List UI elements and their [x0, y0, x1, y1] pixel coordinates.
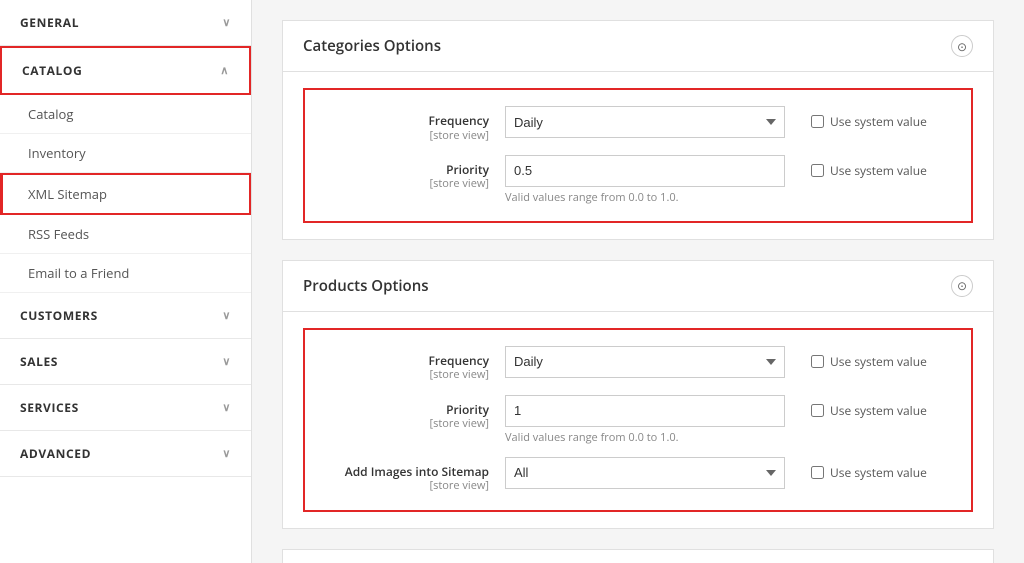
- prod-priority-label: Priority [store view]: [325, 395, 505, 432]
- sidebar-section-label: CUSTOMERS: [20, 307, 98, 324]
- chevron-down-icon: ∨: [222, 308, 231, 323]
- cat-priority-input[interactable]: [505, 155, 785, 187]
- sidebar-item-xml-sitemap[interactable]: XML Sitemap: [0, 173, 251, 215]
- cat-frequency-select[interactable]: Always Hourly Daily Weekly Monthly Yearl…: [505, 106, 785, 138]
- cat-frequency-control: Always Hourly Daily Weekly Monthly Yearl…: [505, 106, 795, 138]
- sidebar-section-label: CATALOG: [22, 62, 82, 79]
- cat-frequency-checkbox[interactable]: [811, 115, 824, 128]
- sidebar-section-label: ADVANCED: [20, 445, 91, 462]
- prod-images-use-system: Use system value: [811, 457, 951, 481]
- sidebar-section-label: SERVICES: [20, 399, 79, 416]
- sidebar: GENERAL ∨ CATALOG ∧ Catalog Inventory XM…: [0, 0, 252, 563]
- sidebar-section-general[interactable]: GENERAL ∨: [0, 0, 251, 46]
- main-content: Categories Options ⊙ Frequency [store vi…: [252, 0, 1024, 563]
- sidebar-section-catalog[interactable]: CATALOG ∧: [0, 46, 251, 95]
- sidebar-section-label: GENERAL: [20, 14, 79, 31]
- sidebar-section-sales[interactable]: SALES ∨: [0, 339, 251, 385]
- prod-priority-row: Priority [store view] Valid values range…: [325, 395, 951, 445]
- cat-priority-label: Priority [store view]: [325, 155, 505, 192]
- prod-frequency-label: Frequency [store view]: [325, 346, 505, 383]
- sidebar-section-advanced[interactable]: ADVANCED ∨: [0, 431, 251, 477]
- collapse-categories-button[interactable]: ⊙: [951, 35, 973, 57]
- prod-images-row: Add Images into Sitemap [store view] Non…: [325, 457, 951, 494]
- chevron-down-icon: ∨: [222, 400, 231, 415]
- prod-images-select[interactable]: None Base Only All: [505, 457, 785, 489]
- chevron-down-icon: ∨: [222, 15, 231, 30]
- prod-priority-checkbox[interactable]: [811, 404, 824, 417]
- cat-priority-checkbox[interactable]: [811, 164, 824, 177]
- cat-priority-use-system: Use system value: [811, 155, 951, 179]
- cat-frequency-label: Frequency [store view]: [325, 106, 505, 143]
- prod-priority-control: Valid values range from 0.0 to 1.0.: [505, 395, 795, 445]
- cat-priority-control: Valid values range from 0.0 to 1.0.: [505, 155, 795, 205]
- prod-priority-input[interactable]: [505, 395, 785, 427]
- sidebar-item-catalog[interactable]: Catalog: [0, 95, 251, 134]
- sidebar-section-services[interactable]: SERVICES ∨: [0, 385, 251, 431]
- products-options-title: Products Options: [303, 276, 429, 296]
- prod-priority-use-system: Use system value: [811, 395, 951, 419]
- cms-options-section: CMS Pages Options ⊙ Frequency [store vie…: [282, 549, 994, 563]
- prod-frequency-select[interactable]: Always Hourly Daily Weekly Monthly Yearl…: [505, 346, 785, 378]
- products-options-section: Products Options ⊙ Frequency [store view…: [282, 260, 994, 529]
- prod-frequency-checkbox[interactable]: [811, 355, 824, 368]
- collapse-products-button[interactable]: ⊙: [951, 275, 973, 297]
- sidebar-item-email-friend[interactable]: Email to a Friend: [0, 254, 251, 293]
- cms-options-header: CMS Pages Options ⊙: [283, 550, 993, 563]
- sidebar-item-rss-feeds[interactable]: RSS Feeds: [0, 215, 251, 254]
- products-form-area: Frequency [store view] Always Hourly Dai…: [303, 328, 973, 512]
- prod-images-checkbox[interactable]: [811, 466, 824, 479]
- prod-priority-hint: Valid values range from 0.0 to 1.0.: [505, 430, 795, 445]
- prod-images-control: None Base Only All: [505, 457, 795, 489]
- chevron-down-icon: ∨: [222, 446, 231, 461]
- sidebar-section-customers[interactable]: CUSTOMERS ∨: [0, 293, 251, 339]
- categories-options-section: Categories Options ⊙ Frequency [store vi…: [282, 20, 994, 240]
- sidebar-item-inventory[interactable]: Inventory: [0, 134, 251, 173]
- cat-frequency-use-system: Use system value: [811, 106, 951, 130]
- prod-frequency-use-system: Use system value: [811, 346, 951, 370]
- cat-priority-row: Priority [store view] Valid values range…: [325, 155, 951, 205]
- prod-frequency-row: Frequency [store view] Always Hourly Dai…: [325, 346, 951, 383]
- products-options-header: Products Options ⊙: [283, 261, 993, 312]
- categories-options-title: Categories Options: [303, 36, 441, 56]
- categories-options-header: Categories Options ⊙: [283, 21, 993, 72]
- cat-priority-hint: Valid values range from 0.0 to 1.0.: [505, 190, 795, 205]
- chevron-down-icon: ∨: [222, 354, 231, 369]
- sidebar-section-label: SALES: [20, 353, 58, 370]
- prod-frequency-control: Always Hourly Daily Weekly Monthly Yearl…: [505, 346, 795, 378]
- cat-frequency-row: Frequency [store view] Always Hourly Dai…: [325, 106, 951, 143]
- chevron-up-icon: ∧: [220, 63, 229, 78]
- prod-images-label: Add Images into Sitemap [store view]: [325, 457, 505, 494]
- categories-form-area: Frequency [store view] Always Hourly Dai…: [303, 88, 973, 223]
